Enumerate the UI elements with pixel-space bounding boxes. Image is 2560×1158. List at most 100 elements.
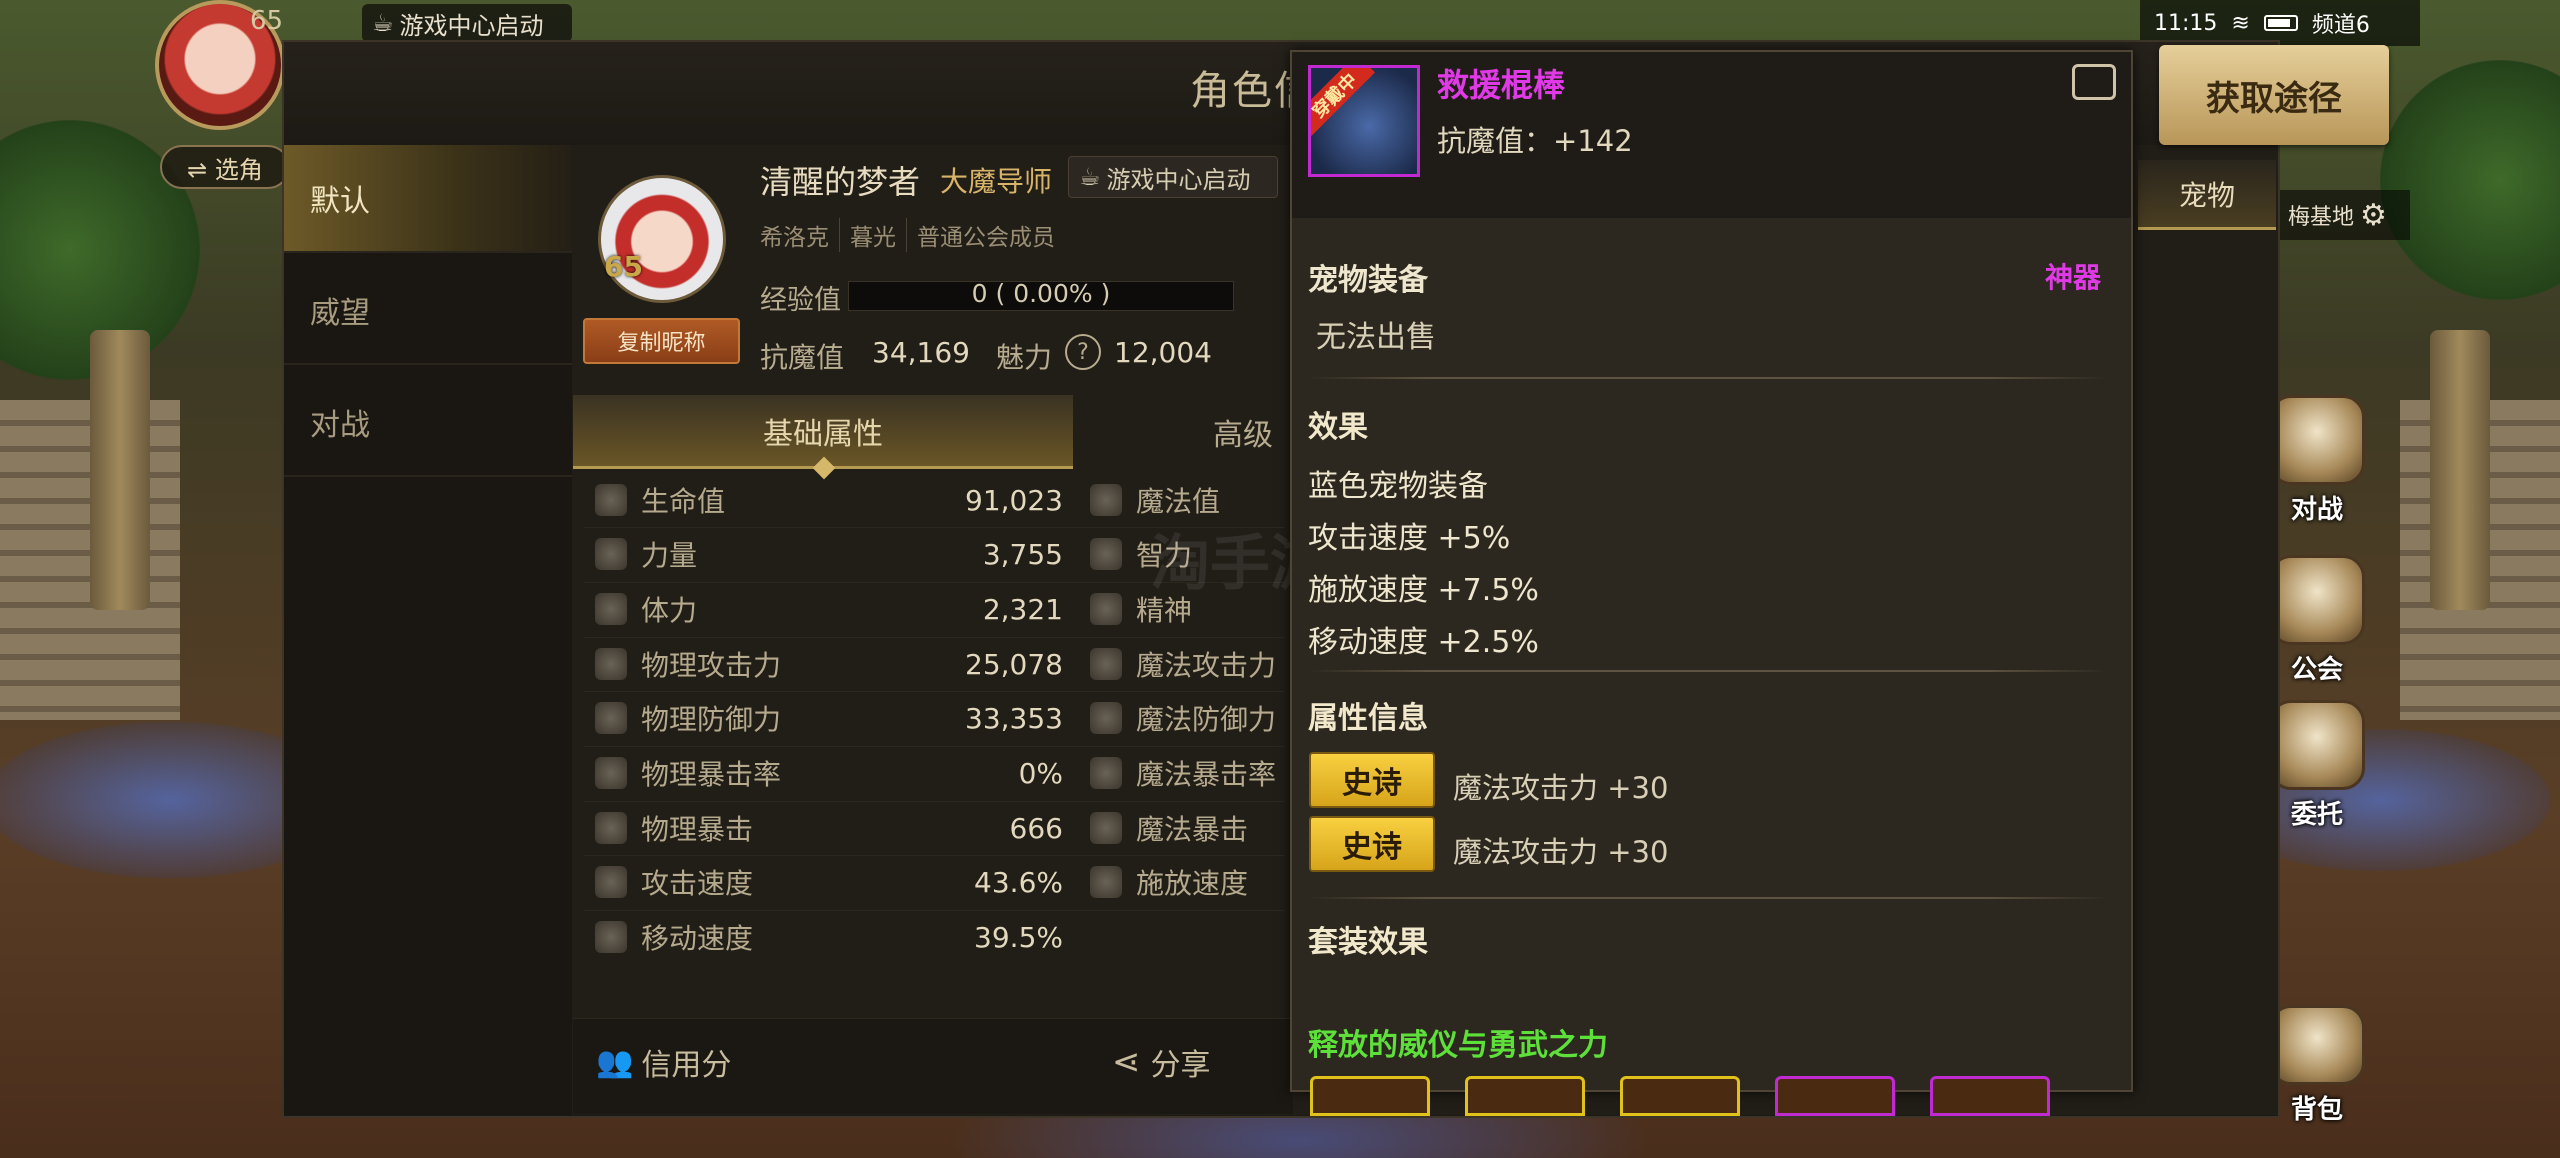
pillar-decoration bbox=[2430, 330, 2490, 610]
help-icon[interactable]: ? bbox=[1065, 334, 1101, 370]
base-button[interactable]: 梅基地 ⚙ bbox=[2280, 190, 2410, 240]
effect-line: 施放速度 +7.5% bbox=[1308, 573, 1539, 608]
attr-label: 施放速度 bbox=[1136, 867, 1249, 900]
magic-sparkle-icon bbox=[1090, 648, 1122, 680]
attr-label: 物理暴击率 bbox=[641, 758, 782, 791]
share-icon: ⋖ bbox=[1112, 1042, 1141, 1082]
divider bbox=[1308, 670, 2108, 672]
tab-default[interactable]: 默认 bbox=[284, 145, 572, 253]
guild-name: 暮光 bbox=[840, 218, 907, 252]
attr-label: 魔法暴击率 bbox=[1136, 758, 1277, 791]
attr-label: 物理防御力 bbox=[641, 703, 782, 736]
game-center-badge: ☕ 游戏中心启动 bbox=[1068, 156, 1278, 198]
sword-icon bbox=[595, 648, 627, 680]
item-name: 救援棍棒 bbox=[1437, 66, 1566, 104]
set-effect-title: 套装效果 bbox=[1308, 925, 1428, 960]
select-role-button[interactable]: ⇌ 选角 bbox=[160, 145, 290, 189]
epic-badge: 史诗 bbox=[1309, 816, 1435, 872]
share-label: 分享 bbox=[1150, 1048, 1211, 1083]
attr-row: 魔法暴击率 bbox=[1090, 746, 1290, 800]
hud-game-center-label: 游戏中心启动 bbox=[399, 11, 544, 40]
row-divider bbox=[584, 801, 1284, 802]
attr-label: 魔法防御力 bbox=[1136, 703, 1277, 736]
acquire-route-button[interactable]: 获取途径 bbox=[2159, 45, 2389, 145]
effect-title: 效果 bbox=[1308, 410, 1368, 445]
copy-nickname-button[interactable]: 复制昵称 bbox=[583, 318, 740, 364]
charm-label: 魅力 bbox=[996, 341, 1053, 374]
commission-label: 委托 bbox=[2290, 800, 2343, 830]
attr-value: 43.6% bbox=[974, 865, 1063, 899]
set-item-slot[interactable] bbox=[1930, 1076, 2050, 1116]
row-divider bbox=[584, 637, 1284, 638]
external-share-icon[interactable] bbox=[2072, 64, 2116, 100]
tab-battle[interactable]: 对战 bbox=[284, 369, 572, 477]
heart-icon bbox=[595, 484, 627, 516]
magic-target-icon bbox=[1090, 812, 1122, 844]
attribute-tabs: 基础属性 高级 bbox=[573, 395, 1293, 469]
attr-value: 0% bbox=[1018, 756, 1063, 790]
attr-row: 魔法攻击力 bbox=[1090, 637, 1290, 691]
hud-game-center-badge: ☕ 游戏中心启动 bbox=[362, 4, 572, 42]
bag-label: 背包 bbox=[2290, 1095, 2343, 1125]
attr-label: 物理攻击力 bbox=[641, 649, 782, 682]
cast-speed-icon bbox=[1090, 866, 1122, 898]
attribute-line: 魔法攻击力 +30 bbox=[1453, 771, 1669, 805]
guild-role: 普通公会成员 bbox=[917, 225, 1055, 251]
intelligence-icon bbox=[1090, 538, 1122, 570]
crosshair-icon bbox=[595, 812, 627, 844]
spirit-icon bbox=[1090, 593, 1122, 625]
set-item-slot[interactable] bbox=[1775, 1076, 1895, 1116]
magic-shield-icon bbox=[1090, 702, 1122, 734]
set-item-slot[interactable] bbox=[1310, 1076, 1430, 1116]
attr-value: 39.5% bbox=[974, 920, 1063, 954]
attr-label: 力量 bbox=[641, 539, 698, 572]
attr-row: 力量 3,755 bbox=[595, 527, 1063, 581]
character-name: 清醒的梦者 bbox=[760, 163, 921, 201]
base-label: 梅基地 bbox=[2288, 205, 2355, 230]
set-name: 释放的威仪与勇武之力 bbox=[1308, 1028, 1608, 1063]
attr-value: 3,755 bbox=[982, 537, 1063, 571]
game-center-label: 游戏中心启动 bbox=[1106, 165, 1251, 194]
attr-row: 物理攻击力 25,078 bbox=[595, 637, 1063, 691]
heart-outline-icon bbox=[1090, 484, 1122, 516]
stamina-icon bbox=[595, 593, 627, 625]
set-item-slot[interactable] bbox=[1465, 1076, 1585, 1116]
crosshair-icon bbox=[595, 757, 627, 789]
hud-level: 65 bbox=[250, 6, 284, 36]
effect-line: 蓝色宠物装备 bbox=[1308, 469, 1488, 504]
resistance-label: 抗魔值 bbox=[760, 341, 845, 374]
guild-label: 公会 bbox=[2290, 655, 2343, 685]
exp-value: 0 ( 0.00% ) bbox=[971, 279, 1111, 308]
attr-label: 体力 bbox=[641, 594, 698, 627]
dragon-icon bbox=[2269, 555, 2365, 645]
attr-value: 666 bbox=[1009, 811, 1063, 845]
shield-icon bbox=[595, 702, 627, 734]
attr-row: 魔法防御力 bbox=[1090, 691, 1290, 745]
bag-icon bbox=[2269, 1005, 2365, 1085]
speed-sword-icon bbox=[595, 866, 627, 898]
credit-label: 信用分 bbox=[641, 1048, 732, 1083]
game-center-icon: ☕ bbox=[1079, 163, 1101, 191]
share-button[interactable]: ⋖ 分享 bbox=[1112, 1040, 1211, 1084]
battery-icon bbox=[2263, 15, 2298, 31]
epic-badge: 史诗 bbox=[1309, 752, 1435, 808]
resistance-value: 34,169 bbox=[872, 336, 970, 369]
divider bbox=[1308, 377, 2108, 379]
channel-label: 频道6 bbox=[2311, 13, 2370, 38]
set-item-slot[interactable] bbox=[1620, 1076, 1740, 1116]
gear-icon: ⚙ bbox=[2360, 197, 2387, 233]
tab-pet[interactable]: 宠物 bbox=[2138, 160, 2276, 230]
attr-label: 移动速度 bbox=[641, 922, 754, 955]
character-meta: 希洛克 暮光 普通公会成员 bbox=[760, 218, 1065, 252]
magic-target-icon bbox=[1090, 757, 1122, 789]
attribute-info-title: 属性信息 bbox=[1308, 701, 1428, 736]
effect-line: 移动速度 +2.5% bbox=[1308, 625, 1539, 660]
row-divider bbox=[584, 691, 1284, 692]
tab-prestige[interactable]: 威望 bbox=[284, 257, 572, 365]
server-name: 希洛克 bbox=[760, 218, 840, 252]
credit-score-button[interactable]: 👥 信用分 bbox=[596, 1040, 731, 1084]
pillar-decoration bbox=[90, 330, 150, 610]
attr-row: 生命值 91,023 bbox=[595, 473, 1063, 527]
boot-icon bbox=[595, 921, 627, 953]
battle-label: 对战 bbox=[2290, 495, 2343, 525]
